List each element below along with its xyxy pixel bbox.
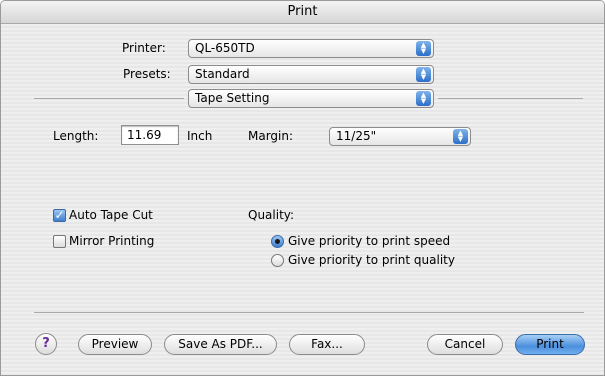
printer-value: QL-650TD [195,41,255,55]
mirror-printing-label[interactable]: Mirror Printing [69,234,154,248]
window-title: Print [1,1,604,24]
up-down-arrows-icon: ▲ ▼ [453,129,468,144]
checkmark-icon: ✓ [54,208,65,222]
priority-speed-radio[interactable] [271,235,284,248]
quality-label: Quality: [248,208,295,222]
priority-quality-radio[interactable] [271,254,284,267]
help-icon[interactable]: ? [35,333,57,355]
separator-right [438,98,583,99]
fax-button[interactable]: Fax... [289,334,365,355]
up-down-arrows-icon: ▲ ▼ [416,41,431,56]
panel-popup[interactable]: Tape Setting ▲ ▼ [188,89,434,108]
preview-button[interactable]: Preview [78,334,152,355]
auto-tape-cut-checkbox[interactable]: ✓ [53,209,66,222]
mirror-printing-checkbox[interactable] [53,235,66,248]
length-unit: Inch [187,129,213,143]
print-button[interactable]: Print [515,334,585,355]
presets-popup[interactable]: Standard ▲ ▼ [188,65,434,84]
margin-value: 11/25" [336,129,377,143]
printer-label: Printer: [122,41,166,55]
priority-quality-label[interactable]: Give priority to print quality [288,253,455,267]
printer-popup[interactable]: QL-650TD ▲ ▼ [188,39,434,58]
up-down-arrows-icon: ▲ ▼ [416,67,431,82]
margin-popup[interactable]: 11/25" ▲ ▼ [329,127,471,146]
dialog-content: Printer: QL-650TD ▲ ▼ Presets: Standard ▲… [1,24,604,375]
auto-tape-cut-label[interactable]: Auto Tape Cut [69,208,153,222]
presets-label: Presets: [123,67,171,81]
presets-value: Standard [195,67,250,81]
panel-value: Tape Setting [195,91,270,105]
up-down-arrows-icon: ▲ ▼ [416,91,431,106]
margin-label: Margin: [248,129,294,143]
bottom-separator [34,312,584,313]
priority-speed-label[interactable]: Give priority to print speed [288,234,450,248]
length-label: Length: [53,129,99,143]
cancel-button[interactable]: Cancel [427,334,503,355]
save-as-pdf-button[interactable]: Save As PDF... [164,334,277,355]
separator-left [34,98,184,99]
length-field[interactable]: 11.69 [121,125,179,145]
print-dialog: Print Printer: QL-650TD ▲ ▼ Presets: Stan… [0,0,605,376]
